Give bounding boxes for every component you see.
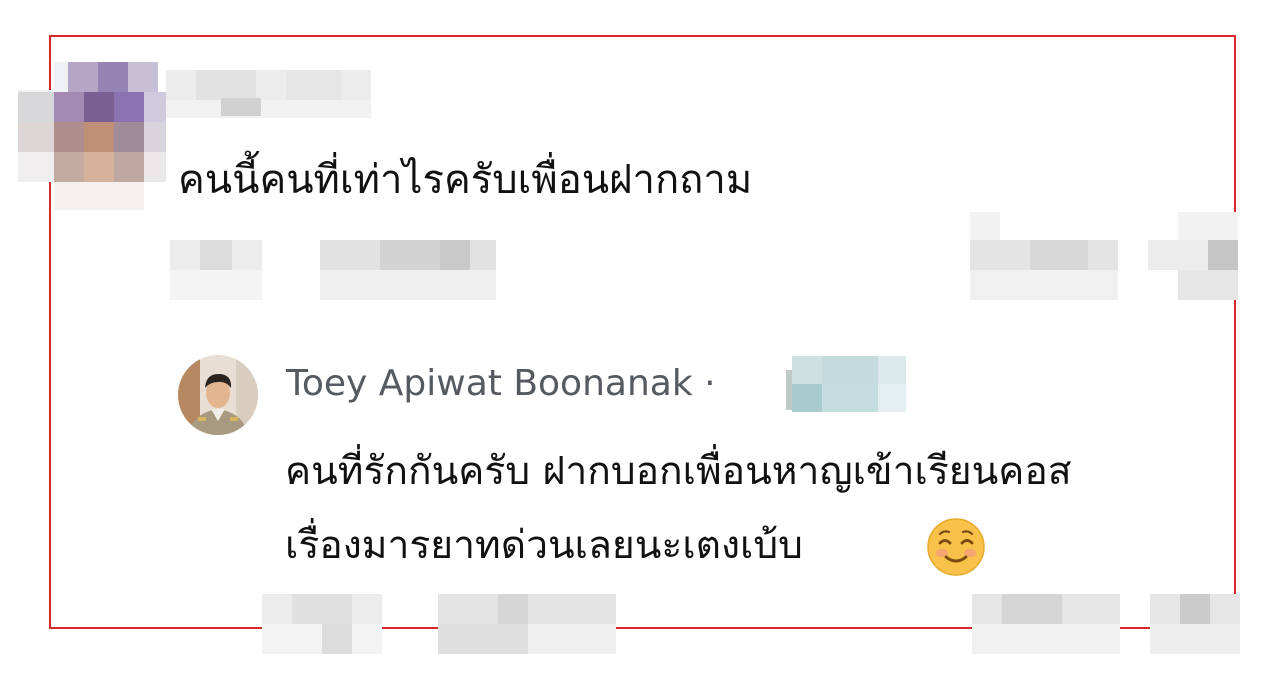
- reply-avatar[interactable]: [178, 355, 258, 435]
- comment-actions-pixelated[interactable]: [170, 212, 1240, 302]
- commenter-avatar-pixelated[interactable]: [18, 62, 168, 212]
- reply-author-line: Toey Apiwat Boonanak ·: [286, 362, 716, 406]
- reply-timestamp-pixelated[interactable]: [786, 356, 906, 414]
- reply-actions-pixelated[interactable]: [262, 594, 1240, 658]
- reply-text-line-1: คนที่รักกันครับ ฝากบอกเพื่อนหาญเข้าเรียน…: [285, 449, 1072, 494]
- comment-text: คนนี้คนที่เท่าไรครับเพื่อนฝากถาม: [178, 157, 753, 203]
- reply-text-line-2: เรื่องมารยาทด่วนเลยนะเตงเบ้บ: [285, 523, 803, 568]
- reply-author-name[interactable]: Toey Apiwat Boonanak: [286, 363, 693, 404]
- user-avatar-photo-icon: [178, 355, 258, 435]
- smiling-face-emoji-icon: [926, 517, 986, 577]
- commenter-name-pixelated[interactable]: [166, 70, 371, 122]
- separator-dot: ·: [704, 363, 716, 404]
